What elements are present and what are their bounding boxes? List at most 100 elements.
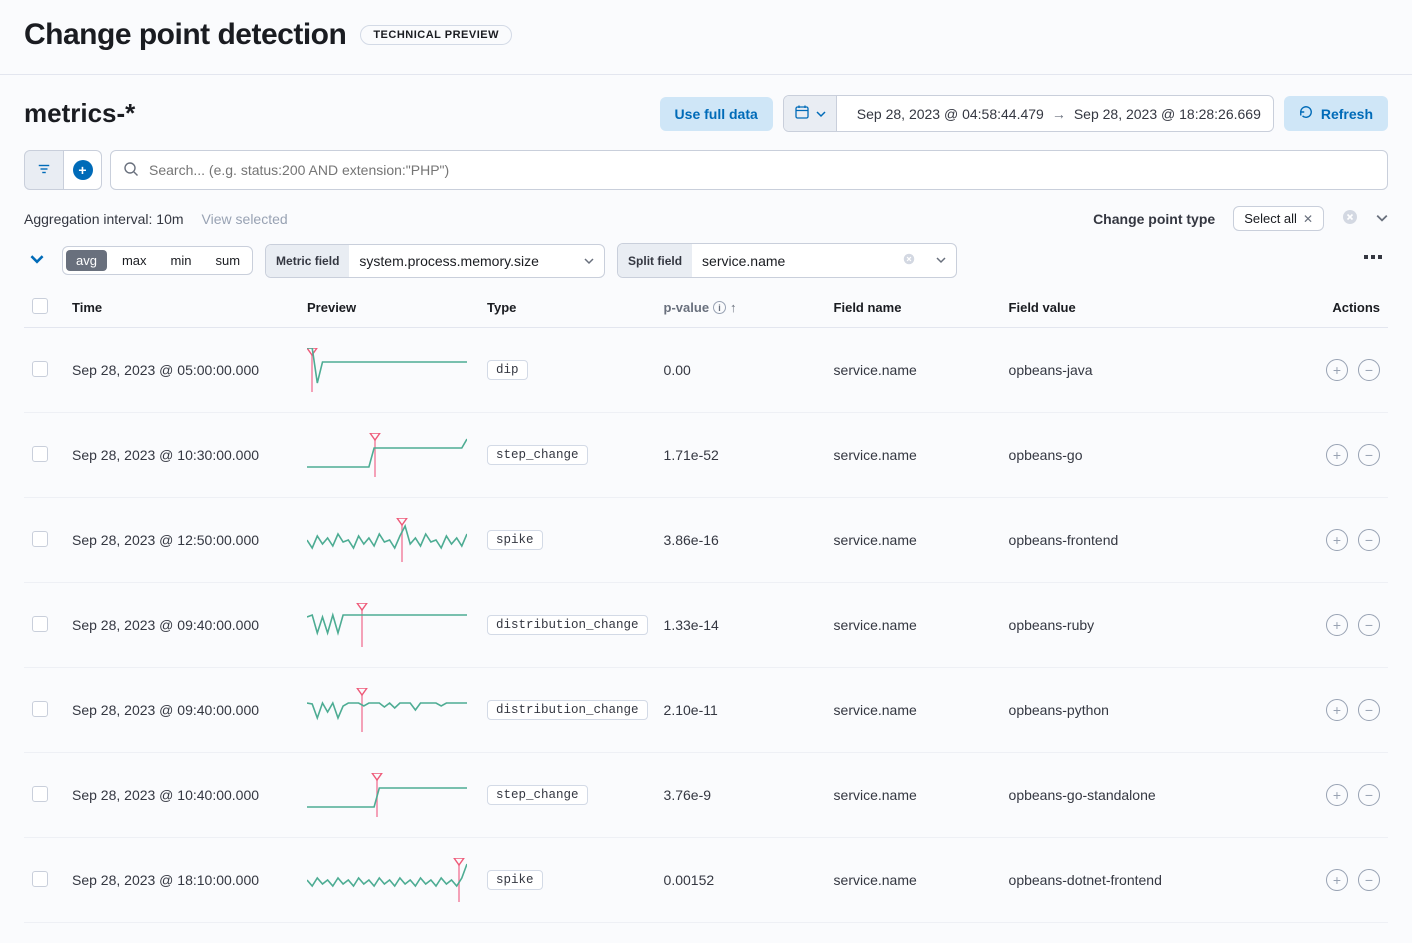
add-action-button[interactable]: +	[1326, 784, 1348, 806]
row-checkbox[interactable]	[32, 871, 48, 887]
col-preview[interactable]: Preview	[299, 288, 479, 328]
calendar-icon	[794, 104, 810, 123]
cell-time: Sep 28, 2023 @ 10:30:00.000	[64, 413, 299, 498]
change-point-type-label: Change point type	[1093, 211, 1215, 227]
add-action-button[interactable]: +	[1326, 699, 1348, 721]
cell-field-value: opbeans-ruby	[1001, 583, 1293, 668]
metric-field-select[interactable]: Metric field system.process.memory.size	[265, 244, 605, 278]
remove-action-button[interactable]: −	[1358, 784, 1380, 806]
col-time[interactable]: Time	[64, 288, 299, 328]
select-all-checkbox[interactable]	[32, 298, 48, 314]
col-field-name[interactable]: Field name	[826, 288, 1001, 328]
remove-action-button[interactable]: −	[1358, 699, 1380, 721]
use-full-data-button[interactable]: Use full data	[660, 97, 773, 131]
chevron-down-icon[interactable]	[574, 245, 604, 277]
cell-field-value: opbeans-go	[1001, 413, 1293, 498]
table-row: Sep 28, 2023 @ 09:40:00.000 distribution…	[24, 668, 1388, 753]
fn-avg[interactable]: avg	[66, 250, 107, 271]
type-badge: distribution_change	[487, 615, 648, 635]
add-action-button[interactable]: +	[1326, 614, 1348, 636]
cell-time: Sep 28, 2023 @ 12:50:00.000	[64, 498, 299, 583]
cell-field-name: service.name	[826, 583, 1001, 668]
row-checkbox[interactable]	[32, 786, 48, 802]
cell-field-value: opbeans-java	[1001, 328, 1293, 413]
cell-time: Sep 28, 2023 @ 09:40:00.000	[64, 668, 299, 753]
col-pvalue[interactable]: p-value i ↑	[656, 288, 826, 328]
split-field-value: service.name	[702, 253, 894, 269]
type-badge: step_change	[487, 445, 588, 465]
pvalue-header-label: p-value	[664, 300, 710, 315]
results-table: Time Preview Type p-value i ↑ Field name…	[24, 288, 1388, 923]
cell-pvalue: 2.10e-11	[656, 668, 826, 753]
select-all-badge[interactable]: Select all ✕	[1233, 206, 1324, 231]
preview-sparkline	[307, 858, 467, 902]
fn-min[interactable]: min	[159, 247, 204, 274]
page-title: Change point detection	[24, 18, 346, 52]
cell-field-value: opbeans-go-standalone	[1001, 753, 1293, 838]
cell-field-name: service.name	[826, 498, 1001, 583]
row-checkbox[interactable]	[32, 361, 48, 377]
refresh-icon	[1299, 105, 1313, 122]
add-action-button[interactable]: +	[1326, 529, 1348, 551]
row-checkbox[interactable]	[32, 701, 48, 717]
metric-field-value: system.process.memory.size	[349, 245, 574, 277]
type-badge: spike	[487, 870, 543, 890]
type-badge: step_change	[487, 785, 588, 805]
table-row: Sep 28, 2023 @ 05:00:00.000 dip 0.00 ser…	[24, 328, 1388, 413]
row-checkbox[interactable]	[32, 531, 48, 547]
search-input[interactable]	[149, 151, 1375, 189]
cell-field-value: opbeans-dotnet-frontend	[1001, 838, 1293, 923]
function-selector[interactable]: avg max min sum	[62, 246, 253, 275]
cell-pvalue: 0.00	[656, 328, 826, 413]
date-picker[interactable]: Sep 28, 2023 @ 04:58:44.479 → Sep 28, 20…	[783, 95, 1274, 132]
table-row: Sep 28, 2023 @ 18:10:00.000 spike 0.0015…	[24, 838, 1388, 923]
clear-all-icon[interactable]	[1342, 209, 1358, 228]
col-actions: Actions	[1293, 288, 1388, 328]
expand-toggle[interactable]	[24, 248, 50, 273]
cell-pvalue: 0.00152	[656, 838, 826, 923]
cell-pvalue: 1.33e-14	[656, 583, 826, 668]
cell-time: Sep 28, 2023 @ 10:40:00.000	[64, 753, 299, 838]
refresh-button[interactable]: Refresh	[1284, 96, 1388, 131]
cell-pvalue: 1.71e-52	[656, 413, 826, 498]
preview-sparkline	[307, 348, 467, 392]
type-badge: dip	[487, 360, 528, 380]
remove-action-button[interactable]: −	[1358, 869, 1380, 891]
cell-pvalue: 3.86e-16	[656, 498, 826, 583]
cell-time: Sep 28, 2023 @ 09:40:00.000	[64, 583, 299, 668]
fn-sum[interactable]: sum	[203, 247, 252, 274]
add-filter-button[interactable]: +	[64, 150, 102, 190]
cell-time: Sep 28, 2023 @ 05:00:00.000	[64, 328, 299, 413]
remove-action-button[interactable]: −	[1358, 359, 1380, 381]
col-field-value[interactable]: Field value	[1001, 288, 1293, 328]
search-input-wrapper[interactable]	[110, 150, 1388, 190]
metric-field-label: Metric field	[266, 245, 349, 277]
chevron-down-icon[interactable]	[1376, 211, 1388, 227]
cell-field-value: opbeans-python	[1001, 668, 1293, 753]
remove-action-button[interactable]: −	[1358, 444, 1380, 466]
clear-split-icon[interactable]	[902, 252, 916, 269]
remove-action-button[interactable]: −	[1358, 529, 1380, 551]
filter-button[interactable]	[24, 150, 64, 190]
info-icon[interactable]: i	[713, 301, 726, 314]
fn-max[interactable]: max	[110, 247, 159, 274]
row-checkbox[interactable]	[32, 446, 48, 462]
close-icon[interactable]: ✕	[1303, 212, 1313, 226]
view-selected-link[interactable]: View selected	[202, 211, 288, 227]
more-options-button[interactable]	[1358, 246, 1388, 275]
cell-time: Sep 28, 2023 @ 18:10:00.000	[64, 838, 299, 923]
cell-field-name: service.name	[826, 668, 1001, 753]
index-pattern-title: metrics-*	[24, 98, 650, 129]
remove-action-button[interactable]: −	[1358, 614, 1380, 636]
add-action-button[interactable]: +	[1326, 359, 1348, 381]
col-type[interactable]: Type	[479, 288, 656, 328]
split-field-select[interactable]: Split field service.name	[617, 243, 957, 278]
row-checkbox[interactable]	[32, 616, 48, 632]
cell-field-name: service.name	[826, 838, 1001, 923]
type-badge: spike	[487, 530, 543, 550]
add-action-button[interactable]: +	[1326, 869, 1348, 891]
add-action-button[interactable]: +	[1326, 444, 1348, 466]
refresh-label: Refresh	[1321, 106, 1373, 122]
cell-field-name: service.name	[826, 753, 1001, 838]
chevron-down-icon[interactable]	[926, 244, 956, 277]
